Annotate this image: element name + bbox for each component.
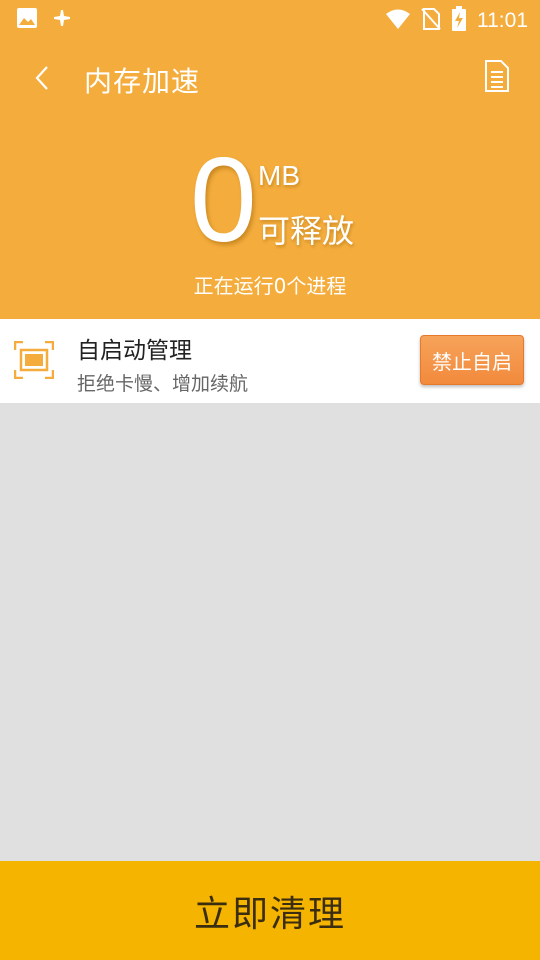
releasable-label: 可释放 [258,212,355,250]
screen-frame-icon [13,340,55,380]
wifi-icon [385,8,411,34]
page-title: 内存加速 [84,65,201,98]
autostart-title: 自启动管理 [77,338,192,364]
chevron-left-icon [34,65,50,95]
no-sim-icon [421,7,441,35]
document-icon [484,60,510,96]
status-bar-right: 11:01 [385,6,528,36]
status-bar-left [16,7,72,33]
clock-time: 11:01 [477,9,528,32]
clean-now-button[interactable]: 立即清理 [0,861,540,960]
battery-charging-icon [451,6,467,36]
report-button[interactable] [484,60,512,96]
freeable-amount: 0 [190,133,257,267]
process-count-text: 正在运行0个进程 [193,274,347,298]
back-button[interactable] [22,60,62,100]
header-panel: 内存加速 0 MB 可释放 正在运行0个进程 [0,36,540,319]
autostart-subtitle: 拒绝卡慢、增加续航 [77,373,249,395]
autostart-card: 自启动管理 拒绝卡慢、增加续航 禁止自启 [0,319,540,403]
image-icon [16,7,38,33]
memory-unit: MB [258,160,300,191]
disable-autostart-button[interactable]: 禁止自启 [420,335,524,385]
status-bar: 11:01 [0,0,540,36]
cleaner-icon [52,8,72,32]
